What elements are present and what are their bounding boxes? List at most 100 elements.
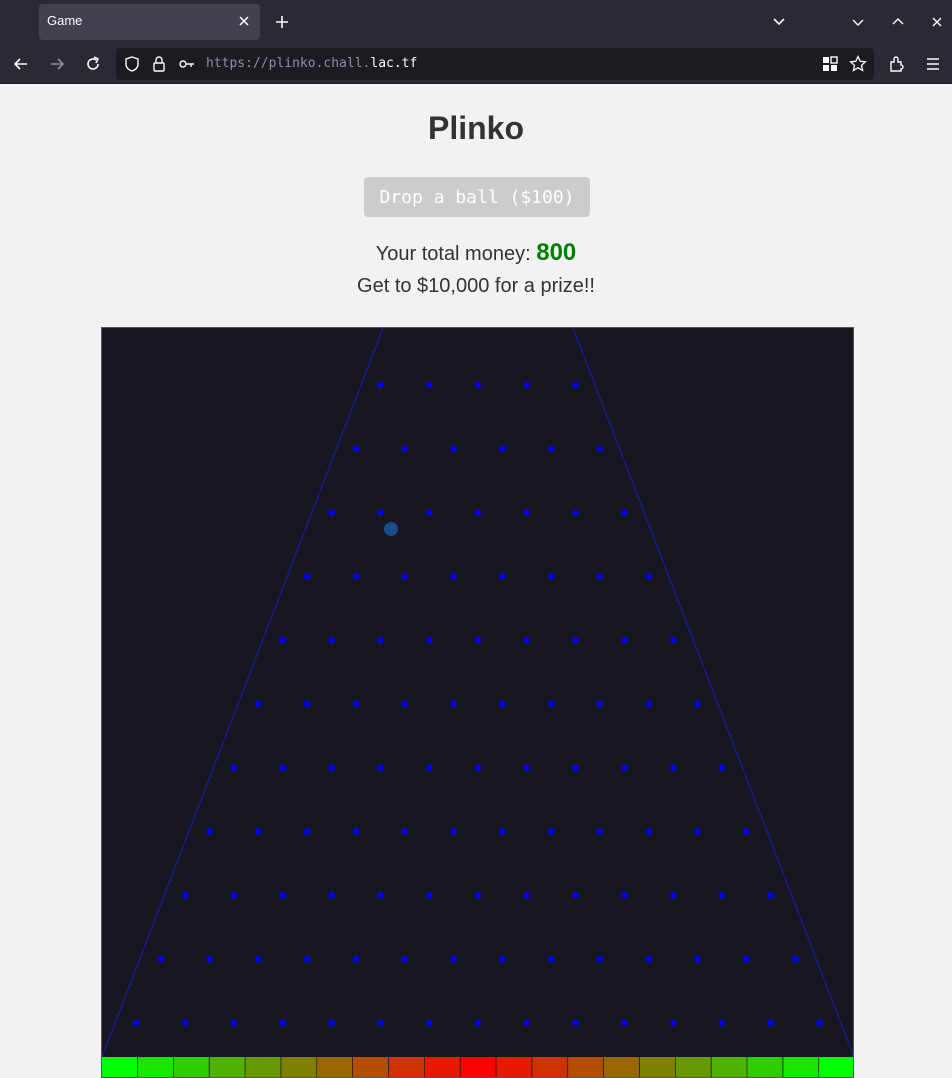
peg — [596, 828, 604, 835]
peg — [694, 828, 701, 835]
peg — [670, 764, 677, 771]
peg — [377, 764, 384, 771]
peg — [523, 892, 530, 899]
peg — [401, 828, 408, 835]
plinko-board[interactable] — [101, 327, 854, 1078]
peg — [377, 892, 384, 899]
peg — [572, 1019, 579, 1027]
plinko-canvas[interactable] — [102, 328, 854, 1078]
peg — [401, 445, 408, 452]
peg — [328, 509, 335, 516]
prize-slot — [532, 1057, 568, 1077]
peg — [572, 892, 579, 899]
tab-title: Game — [47, 13, 83, 28]
peg — [352, 828, 360, 835]
right-wall — [572, 328, 853, 1057]
prize-slot — [639, 1057, 675, 1077]
peg — [401, 956, 408, 963]
peg — [474, 637, 482, 644]
peg — [304, 700, 311, 708]
prize-slot — [209, 1057, 245, 1077]
back-icon[interactable] — [11, 54, 31, 74]
prize-slot — [388, 1057, 424, 1077]
peg — [596, 956, 604, 963]
peg — [548, 828, 555, 835]
peg — [645, 700, 652, 708]
reload-icon[interactable] — [83, 54, 103, 74]
close-window-icon[interactable] — [927, 12, 947, 32]
peg — [206, 828, 213, 835]
url-text[interactable]: https://plinko.chall.lac.tf — [206, 56, 417, 71]
peg — [718, 764, 726, 771]
prize-slot — [675, 1057, 711, 1077]
peg — [499, 828, 506, 835]
peg — [474, 381, 482, 389]
peg — [718, 892, 726, 899]
peg — [596, 445, 604, 452]
prize-slot — [173, 1057, 209, 1077]
peg — [255, 700, 262, 708]
prize-slot — [819, 1057, 853, 1077]
peg — [352, 700, 360, 708]
peg — [377, 1019, 384, 1027]
prize-slot — [353, 1057, 389, 1077]
peg — [328, 1019, 335, 1027]
peg — [523, 1019, 530, 1027]
peg — [352, 445, 360, 452]
prize-slot — [317, 1057, 353, 1077]
money-line: Your total money: 800 — [0, 239, 952, 267]
peg — [621, 509, 628, 516]
peg — [133, 1019, 140, 1027]
peg — [182, 1019, 189, 1027]
prize-slot — [281, 1057, 317, 1077]
menu-icon[interactable] — [923, 54, 943, 74]
close-tab-icon[interactable] — [235, 12, 253, 30]
peg — [621, 637, 628, 644]
peg — [377, 381, 384, 389]
forward-icon[interactable] — [47, 54, 67, 74]
url-bar[interactable]: https://plinko.chall.lac.tf — [116, 48, 874, 80]
peg — [474, 1019, 482, 1027]
list-all-tabs-icon[interactable] — [769, 12, 789, 32]
peg — [401, 573, 408, 580]
peg — [548, 445, 555, 452]
peg — [572, 509, 579, 516]
peg — [645, 956, 652, 963]
peg — [743, 956, 750, 963]
peg — [328, 764, 335, 771]
peg — [499, 573, 506, 580]
peg — [474, 892, 482, 899]
peg — [450, 445, 457, 452]
key-icon[interactable] — [177, 54, 197, 74]
prize-slot — [496, 1057, 532, 1077]
ball — [384, 522, 398, 536]
maximize-icon[interactable] — [888, 12, 908, 32]
peg — [792, 956, 799, 963]
shield-icon[interactable] — [122, 54, 142, 74]
peg — [596, 700, 604, 708]
money-label: Your total money: — [375, 243, 531, 265]
drop-ball-button[interactable]: Drop a ball ($100) — [364, 177, 590, 217]
prize-text: Get to $10,000 for a prize!! — [357, 275, 595, 297]
peg — [523, 637, 530, 644]
peg — [450, 956, 457, 963]
peg — [255, 828, 262, 835]
browser-tab[interactable]: Game — [39, 4, 260, 40]
peg — [279, 1019, 286, 1027]
peg — [474, 509, 482, 516]
new-tab-icon[interactable] — [272, 12, 292, 32]
prize-slot — [424, 1057, 460, 1077]
peg — [694, 700, 701, 708]
bookmark-star-icon[interactable] — [848, 54, 868, 74]
minimize-icon[interactable] — [848, 12, 868, 32]
peg — [816, 1019, 823, 1027]
peg — [279, 892, 286, 899]
extensions-icon[interactable] — [887, 54, 907, 74]
qr-code-icon[interactable] — [820, 54, 840, 74]
peg — [401, 700, 408, 708]
peg — [230, 1019, 238, 1027]
peg — [767, 1019, 774, 1027]
lock-icon[interactable] — [149, 54, 169, 74]
peg — [426, 381, 433, 389]
left-wall — [102, 328, 384, 1058]
